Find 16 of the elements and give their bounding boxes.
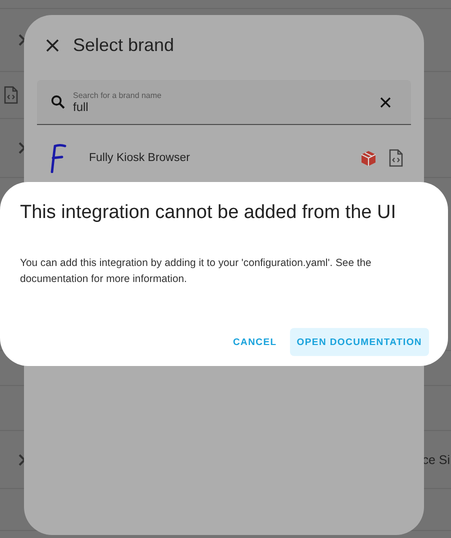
alert-message: You can add this integration by adding it to your 'configuration.yaml'. See the documentation for more information.	[20, 257, 372, 287]
brand-logo-icon	[49, 143, 69, 173]
chevron-icon	[18, 142, 26, 154]
chevron-icon	[18, 34, 26, 46]
close-icon[interactable]	[46, 39, 59, 52]
field-label: Search for a brand name	[73, 90, 162, 100]
brand-name[interactable]: Fully Kiosk Browser	[89, 152, 340, 164]
chevron-icon	[18, 454, 26, 466]
code-file-icon	[4, 86, 18, 104]
clear-icon[interactable]	[380, 96, 391, 108]
search-icon	[51, 95, 65, 109]
dialog-title: Select brand	[73, 35, 174, 56]
alert-title: This integration cannot be added from the UI	[20, 202, 398, 224]
code-file-icon	[389, 149, 403, 167]
search-input[interactable]: full	[73, 100, 372, 114]
cube-icon	[360, 150, 377, 166]
